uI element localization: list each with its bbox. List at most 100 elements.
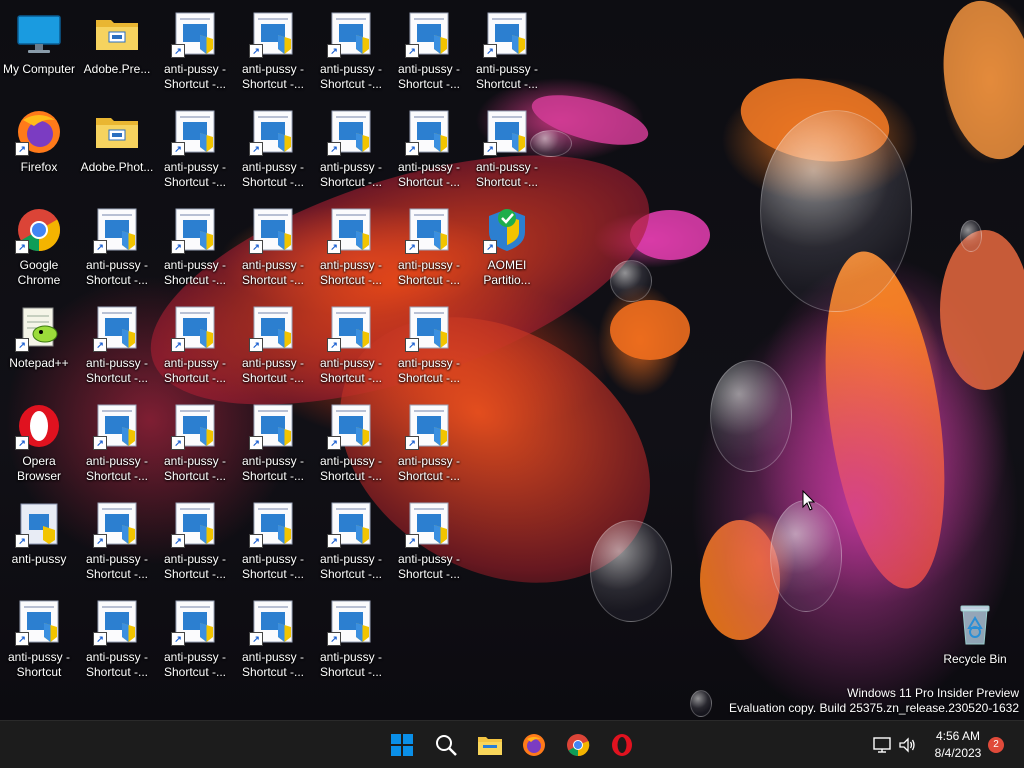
desktop-icon-shortcut[interactable]: ↗ anti-pussy - Shortcut -... <box>390 294 468 390</box>
desktop-icon-shortcut[interactable]: ↗ anti-pussy - Shortcut -... <box>156 490 234 586</box>
desktop-icon-label: My Computer <box>2 62 76 76</box>
desktop-icon-shortcut[interactable]: ↗ anti-pussy - Shortcut -... <box>78 588 156 684</box>
desktop-icon-shortcut[interactable]: ↗ anti-pussy - Shortcut -... <box>390 98 468 194</box>
shortcut-icon: ↗ <box>405 108 453 156</box>
shortcut-arrow-icon: ↗ <box>405 534 419 548</box>
desktop-icon-shortcut[interactable]: ↗ anti-pussy - Shortcut -... <box>468 98 546 194</box>
desktop-icon-shortcut[interactable]: ↗ anti-pussy - Shortcut -... <box>468 0 546 96</box>
shortcut-icon: ↗ <box>249 500 297 548</box>
shortcut-arrow-icon: ↗ <box>327 436 341 450</box>
desktop-icon-shortcut[interactable]: ↗ anti-pussy - Shortcut -... <box>234 196 312 292</box>
desktop-icon-shortcut[interactable]: ↗ anti-pussy - Shortcut -... <box>312 392 390 488</box>
shortcut-icon: ↗ <box>405 10 453 58</box>
file-explorer-button[interactable] <box>474 729 506 761</box>
shortcut-icon: ↗ <box>249 598 297 646</box>
desktop-icon-shortcut[interactable]: ↗ anti-pussy - Shortcut -... <box>156 392 234 488</box>
desktop-icon-shortcut[interactable]: ↗ anti-pussy - Shortcut -... <box>390 392 468 488</box>
shortcut-icon: ↗ <box>93 206 141 254</box>
firefox-taskbar-button[interactable] <box>518 729 550 761</box>
shortcut-arrow-icon: ↗ <box>15 338 29 352</box>
windows-start-icon <box>391 734 413 756</box>
shortcut-icon: ↗ <box>327 108 375 156</box>
desktop-icon-firefox[interactable]: ↗ Firefox <box>0 98 78 194</box>
shortcut-icon: ↗ <box>249 402 297 450</box>
folder-icon <box>93 10 141 58</box>
clock-date[interactable]: 8/4/2023 <box>926 746 990 760</box>
desktop-icon-shortcut[interactable]: ↗ anti-pussy - Shortcut -... <box>312 98 390 194</box>
desktop-icon-shortcut[interactable]: ↗ anti-pussy - Shortcut -... <box>390 196 468 292</box>
shortcut-arrow-icon: ↗ <box>483 44 497 58</box>
desktop-icon-shortcut[interactable]: ↗ anti-pussy - Shortcut -... <box>390 0 468 96</box>
recycle-bin[interactable]: Recycle Bin <box>936 590 1014 686</box>
shortcut-icon: ↗ <box>327 10 375 58</box>
shortcut-icon: ↗ <box>171 108 219 156</box>
desktop-icon-shortcut[interactable]: ↗ anti-pussy - Shortcut -... <box>156 0 234 96</box>
build-watermark-line2: Evaluation copy. Build 25375.zn_release.… <box>729 701 1019 715</box>
desktop-icon-shortcut[interactable]: ↗ anti-pussy - Shortcut -... <box>312 294 390 390</box>
volume-button[interactable] <box>894 729 920 761</box>
desktop-icon-aomei[interactable]: ↗ AOMEI Partitio... <box>468 196 546 292</box>
shortcut-arrow-icon: ↗ <box>171 240 185 254</box>
desktop-icon-shortcut[interactable]: ↗ anti-pussy - Shortcut -... <box>156 588 234 684</box>
shortcut-arrow-icon: ↗ <box>93 534 107 548</box>
desktop-icon-shortcut[interactable]: ↗ anti-pussy - Shortcut -... <box>78 392 156 488</box>
desktop-icon-shortcut[interactable]: ↗ anti-pussy - Shortcut -... <box>156 196 234 292</box>
desktop-icon-label: anti-pussy - Shortcut -... <box>241 258 305 287</box>
desktop-icon-shortcut[interactable]: ↗ anti-pussy - Shortcut -... <box>234 98 312 194</box>
desktop-icon-shortcut[interactable]: ↗ anti-pussy - Shortcut -... <box>312 0 390 96</box>
desktop-icon-shortcut[interactable]: ↗ anti-pussy - Shortcut -... <box>234 294 312 390</box>
desktop-icon-shortcut[interactable]: ↗ anti-pussy - Shortcut -... <box>78 196 156 292</box>
desktop-icon-notepadpp[interactable]: ↗ Notepad++ <box>0 294 78 390</box>
shortcut-arrow-icon: ↗ <box>93 632 107 646</box>
desktop-icon-shortcut[interactable]: ↗ anti-pussy - Shortcut -... <box>234 0 312 96</box>
desktop-icon-label: anti-pussy - Shortcut -... <box>397 258 461 287</box>
desktop-icon-shortcut[interactable]: ↗ anti-pussy - Shortcut -... <box>312 588 390 684</box>
desktop-icon-folder[interactable]: Adobe.Phot... <box>78 98 156 194</box>
shortcut-icon: ↗ <box>171 598 219 646</box>
recycle-bin-icon <box>951 600 999 648</box>
notification-badge[interactable]: 2 <box>988 737 1004 753</box>
wallpaper-bubble <box>710 360 792 472</box>
shortcut-arrow-icon: ↗ <box>483 142 497 156</box>
desktop-icon-shortcut[interactable]: ↗ anti-pussy - Shortcut -... <box>156 294 234 390</box>
shortcut-arrow-icon: ↗ <box>171 534 185 548</box>
desktop-icon-label: anti-pussy - Shortcut -... <box>85 356 149 385</box>
desktop-icon-shortcut[interactable]: ↗ anti-pussy - Shortcut -... <box>156 98 234 194</box>
desktop-icon-shortcut[interactable]: ↗ anti-pussy - Shortcut -... <box>78 294 156 390</box>
start-button[interactable] <box>386 729 418 761</box>
desktop-icon-shortcut[interactable]: ↗ anti-pussy - Shortcut -... <box>234 588 312 684</box>
desktop-icon-label: Firefox <box>20 160 58 174</box>
chrome-taskbar-button[interactable] <box>562 729 594 761</box>
desktop-icon-chrome[interactable]: ↗ Google Chrome <box>0 196 78 292</box>
shortcut-icon: ↗ <box>171 500 219 548</box>
wallpaper-bubble <box>690 690 712 717</box>
desktop-icon-shortcut[interactable]: ↗ anti-pussy - Shortcut -... <box>78 490 156 586</box>
desktop-icon-label: anti-pussy - Shortcut -... <box>163 454 227 483</box>
shortcut-arrow-icon: ↗ <box>93 338 107 352</box>
desktop-icon-shortcut[interactable]: ↗ anti-pussy - Shortcut -... <box>234 490 312 586</box>
shortcut-arrow-icon: ↗ <box>405 142 419 156</box>
desktop-icon-label: anti-pussy - Shortcut -... <box>85 258 149 287</box>
desktop-icon-monitor[interactable]: My Computer <box>0 0 78 96</box>
desktop-icon-shortcut[interactable]: ↗ anti-pussy - Shortcut -... <box>312 490 390 586</box>
desktop-icon-opera[interactable]: ↗ Opera Browser <box>0 392 78 488</box>
mouse-cursor-icon <box>802 490 816 511</box>
desktop-icon-label: Notepad++ <box>9 356 69 370</box>
desktop-icon-label: anti-pussy - Shortcut -... <box>163 650 227 679</box>
desktop-icon-label: anti-pussy - Shortcut -... <box>319 650 383 679</box>
folder-icon <box>93 108 141 156</box>
search-button[interactable] <box>430 729 462 761</box>
shortcut-icon: ↗ <box>483 10 531 58</box>
wallpaper-bubble <box>760 110 912 312</box>
desktop-icon-shortcut[interactable]: ↗ anti-pussy - Shortcut <box>0 588 78 684</box>
opera-taskbar-button[interactable] <box>606 729 638 761</box>
clock-time[interactable]: 4:56 AM <box>926 729 990 743</box>
desktop-icon-shortcut[interactable]: ↗ anti-pussy - Shortcut -... <box>234 392 312 488</box>
desktop-icon-folder[interactable]: Adobe.Pre... <box>78 0 156 96</box>
desktop-icon-shortcut[interactable]: ↗ anti-pussy - Shortcut -... <box>390 490 468 586</box>
desktop-icon-anti-pussy[interactable]: ↗ anti-pussy <box>0 490 78 586</box>
shortcut-arrow-icon: ↗ <box>249 436 263 450</box>
network-button[interactable] <box>868 729 896 761</box>
desktop-icon-label: anti-pussy - Shortcut -... <box>241 356 305 385</box>
desktop-icon-shortcut[interactable]: ↗ anti-pussy - Shortcut -... <box>312 196 390 292</box>
